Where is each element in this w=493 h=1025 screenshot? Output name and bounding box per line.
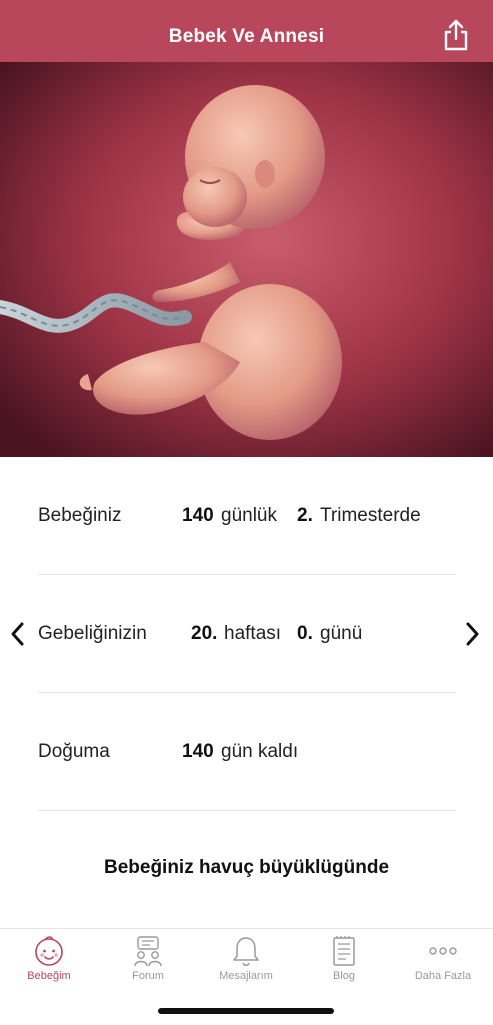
baby-age-unit: günlük xyxy=(221,505,277,526)
next-week-button[interactable] xyxy=(460,620,484,648)
week-unit: haftası xyxy=(224,623,282,644)
fetus-image xyxy=(0,62,493,457)
more-dots-icon xyxy=(429,947,457,955)
trimester-value: 2. xyxy=(297,505,313,526)
days-to-birth-unit: gün kaldı xyxy=(221,741,299,762)
tab-mesajlarim[interactable]: Mesajlarım xyxy=(197,929,295,991)
week-value: 20. xyxy=(191,623,218,644)
tab-label: Daha Fazla xyxy=(414,970,472,982)
forum-people-icon xyxy=(134,936,162,967)
day-unit: günü xyxy=(320,623,363,644)
previous-week-button[interactable] xyxy=(6,620,30,648)
day-value: 0. xyxy=(297,623,313,644)
share-icon xyxy=(444,19,468,51)
baby-size-text: Bebeğiniz havuç büyüklügünde xyxy=(103,857,390,878)
document-icon xyxy=(333,936,355,966)
tab-label: Bebeğim xyxy=(27,970,71,982)
baby-age-label: Bebeğiniz xyxy=(38,505,122,526)
tab-daha-fazla[interactable]: Daha Fazla xyxy=(394,929,492,991)
days-to-birth-label: Doğuma xyxy=(38,741,110,762)
days-to-birth-row: Doğuma 140 gün kaldı xyxy=(38,693,456,810)
page-title: Bebek Ve Annesi xyxy=(168,26,325,47)
home-indicator xyxy=(158,1008,334,1014)
baby-age-days: 140 xyxy=(182,505,214,526)
baby-age-row: Bebeğiniz 140 günlük 2. Trimesterde xyxy=(38,457,456,574)
tab-blog[interactable]: Blog xyxy=(295,929,393,991)
baby-face-icon xyxy=(35,936,63,966)
pregnancy-week-row: Gebeliğinizin 20. haftası 0. günü xyxy=(38,575,456,692)
tab-label: Mesajlarım xyxy=(219,970,273,982)
chevron-right-icon xyxy=(466,622,479,646)
bell-icon xyxy=(233,937,259,966)
chevron-left-icon xyxy=(11,622,24,646)
tab-label: Forum xyxy=(132,970,164,982)
days-to-birth-value: 140 xyxy=(182,741,214,762)
trimester-unit: Trimesterde xyxy=(320,505,421,526)
fetus-illustration xyxy=(0,62,493,457)
divider xyxy=(38,810,456,811)
pregnancy-week-label: Gebeliğinizin xyxy=(38,623,147,644)
tab-label: Blog xyxy=(332,970,356,982)
tab-bebegim[interactable]: Bebeğim xyxy=(0,929,98,991)
tab-forum[interactable]: Forum xyxy=(99,929,197,991)
share-button[interactable] xyxy=(441,18,471,52)
app-header: Bebek Ve Annesi xyxy=(0,0,493,62)
